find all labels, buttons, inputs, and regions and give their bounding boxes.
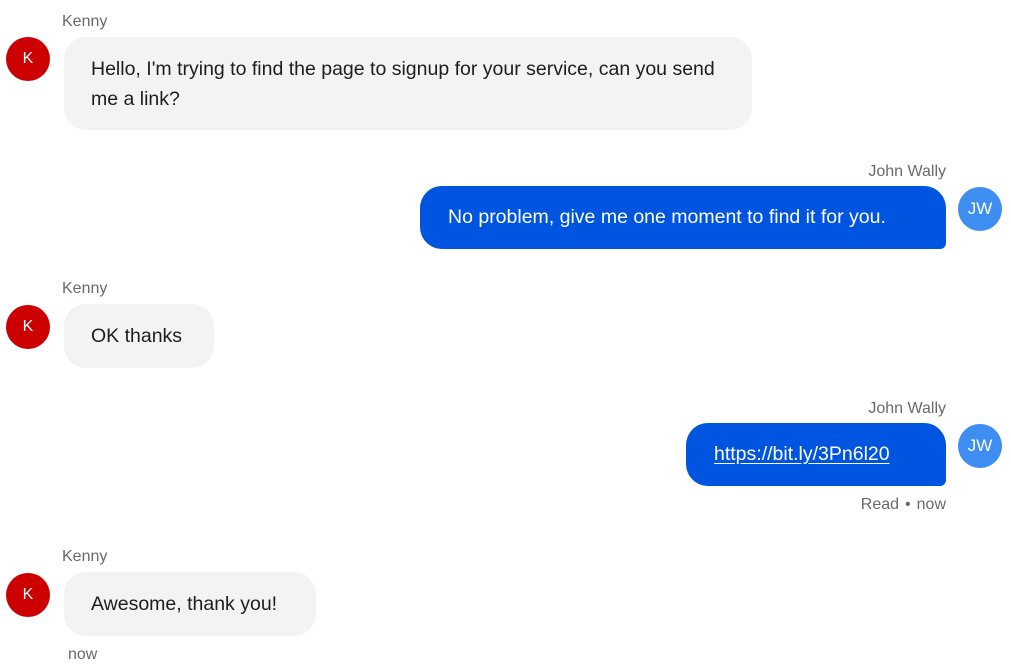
message-bubble: Hello, I'm trying to find the page to si… xyxy=(64,37,752,130)
chat-thread: Kenny K Hello, I'm trying to find the pa… xyxy=(0,0,1011,668)
shared-link[interactable]: https://bit.ly/3Pn6l20 xyxy=(714,443,890,465)
sender-name: John Wally xyxy=(868,163,946,180)
sender-name: John Wally xyxy=(868,400,946,417)
message-text: OK thanks xyxy=(91,325,183,347)
avatar: K xyxy=(6,573,50,617)
read-status: Read xyxy=(860,496,900,513)
separator-dot: • xyxy=(905,496,911,513)
message-text: No problem, give me one moment to find i… xyxy=(448,206,886,228)
avatar: K xyxy=(6,37,50,81)
message-bubble: OK thanks xyxy=(64,304,214,368)
avatar: K xyxy=(6,305,50,349)
message-text: Hello, I'm trying to find the page to si… xyxy=(91,58,715,110)
message-bubble: Awesome, thank you! xyxy=(64,572,316,636)
message-bubble: No problem, give me one moment to find i… xyxy=(420,186,946,249)
sender-name: Kenny xyxy=(62,548,108,565)
avatar: JW xyxy=(958,187,1002,231)
message-text: Awesome, thank you! xyxy=(91,593,278,615)
timestamp: now xyxy=(68,646,98,663)
read-receipt: Read • now xyxy=(861,495,946,515)
timestamp: now xyxy=(916,496,946,513)
avatar: JW xyxy=(958,424,1002,468)
message-bubble: https://bit.ly/3Pn6l20 xyxy=(686,423,946,486)
sender-name: Kenny xyxy=(62,13,108,30)
sender-name: Kenny xyxy=(62,280,108,297)
